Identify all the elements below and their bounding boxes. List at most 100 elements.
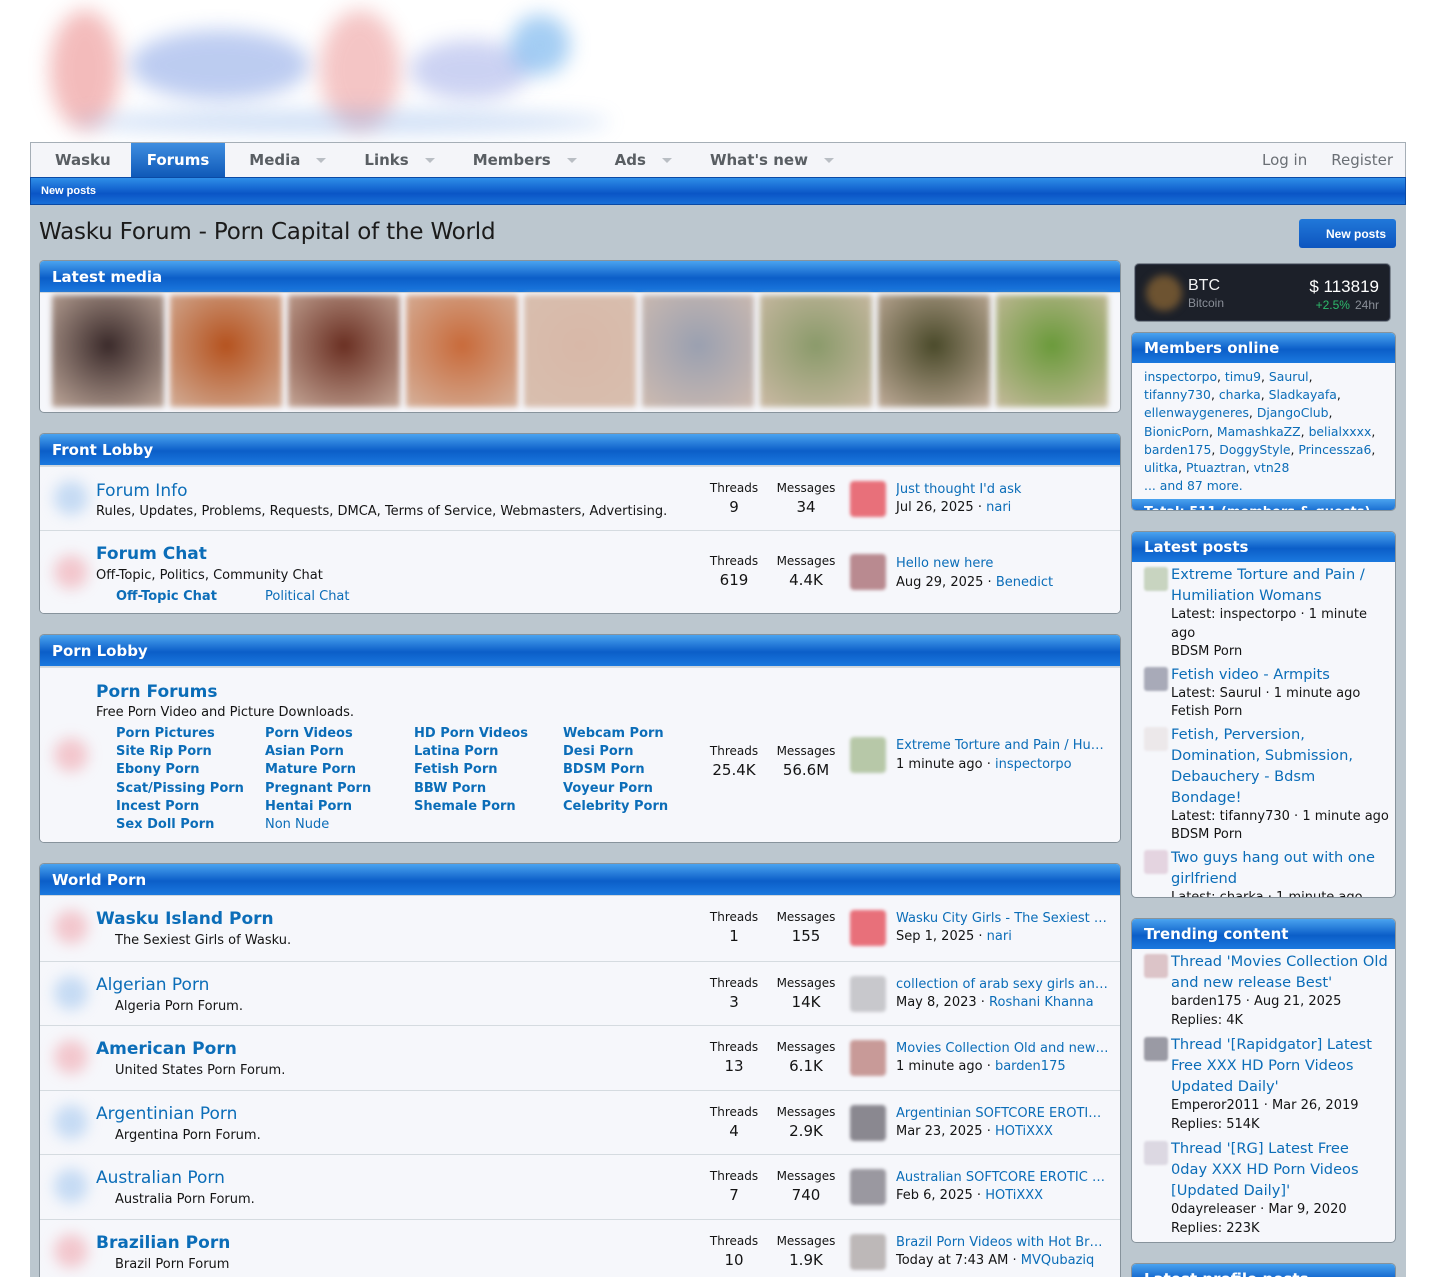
latest-post-title[interactable]: Fetish video - Armpits (1171, 664, 1389, 685)
last-post-user[interactable]: MVQubaziq (1021, 1253, 1095, 1268)
site-logo[interactable] (30, 0, 630, 142)
subforum-link[interactable]: Fetish Porn (414, 761, 563, 779)
media-thumbnail[interactable] (642, 295, 754, 407)
subforum-link[interactable]: Incest Porn (116, 798, 265, 816)
forum-row[interactable]: Wasku Island Porn The Sexiest Girls of Wa… (40, 896, 1120, 961)
forum-title[interactable]: Brazilian Porn (96, 1233, 230, 1253)
last-post-avatar[interactable] (850, 481, 886, 517)
last-post-title[interactable]: Australian SOFTCORE EROTIC Full Movies (896, 1170, 1110, 1185)
login-link[interactable]: Log in (1250, 151, 1319, 169)
forum-title[interactable]: Forum Chat (96, 544, 207, 564)
member-link[interactable]: MamashkaZZ (1217, 424, 1301, 439)
forum-row[interactable]: American Porn United States Porn Forum. Th… (40, 1025, 1120, 1090)
chevron-down-icon[interactable] (424, 157, 435, 163)
last-post-avatar[interactable] (850, 737, 886, 773)
forum-row-forum-chat[interactable]: Forum Chat Off-Topic, Politics, Communit… (40, 530, 1120, 613)
last-post-title[interactable]: Argentinian SOFTCORE EROTIC Full Movies (896, 1106, 1110, 1121)
chevron-down-icon[interactable] (823, 157, 834, 163)
avatar[interactable] (1144, 954, 1168, 978)
media-thumbnail[interactable] (170, 295, 282, 407)
tab-home[interactable]: Wasku (31, 143, 127, 177)
subforum-link[interactable]: Scat/Pissing Porn (116, 780, 265, 798)
avatar[interactable] (1144, 849, 1168, 874)
tab-forums[interactable]: Forums (130, 143, 226, 177)
subforum-link[interactable]: Ebony Porn (116, 761, 265, 779)
latest-post-title[interactable]: Two guys hang out with one girlfriend (1171, 847, 1389, 889)
media-thumbnail[interactable] (996, 295, 1108, 407)
tab-links[interactable]: Links (340, 143, 448, 177)
last-post-user[interactable]: inspectorpo (995, 757, 1072, 772)
member-link[interactable]: DoggyStyle (1219, 442, 1290, 457)
media-thumbnail[interactable] (524, 295, 636, 407)
last-post-user[interactable]: Benedict (996, 575, 1053, 590)
forum-row[interactable]: Brazilian Porn Brazil Porn Forum Threads 10… (40, 1218, 1120, 1277)
more-members-link[interactable]: ... and 87 more. (1144, 478, 1243, 493)
subforum-link[interactable]: BDSM Porn (563, 761, 712, 779)
latest-post-title[interactable]: Fetish, Perversion, Domination, Submissi… (1171, 724, 1389, 808)
member-link[interactable]: ulitka (1144, 460, 1178, 475)
media-thumbnail[interactable] (878, 295, 990, 407)
subforum-link[interactable]: Porn Videos (265, 725, 414, 743)
last-post-avatar[interactable] (850, 910, 886, 946)
avatar[interactable] (1144, 666, 1168, 691)
trending-title[interactable]: Thread '[RG] Latest Free 0day XXX HD Por… (1171, 1138, 1389, 1201)
forum-title[interactable]: Australian Porn (96, 1168, 225, 1188)
subforum-link[interactable]: Asian Porn (265, 743, 414, 761)
latest-post-forum[interactable]: BDSM Porn (1171, 826, 1389, 845)
last-post-title[interactable]: collection of arab sexy girls and hot wo… (896, 977, 1110, 992)
register-link[interactable]: Register (1319, 151, 1405, 169)
subforum-link[interactable]: Sex Doll Porn (116, 816, 265, 834)
member-link[interactable]: timu9 (1225, 369, 1261, 384)
chevron-down-icon[interactable] (566, 157, 577, 163)
subnav-new-posts-link[interactable]: New posts (41, 185, 96, 197)
forum-row[interactable]: Australian Porn Australia Porn Forum. Thre… (40, 1154, 1120, 1219)
member-link[interactable]: tifanny730 (1144, 387, 1211, 402)
member-link[interactable]: Saurul (1269, 369, 1309, 384)
last-post-user[interactable]: nari (987, 929, 1012, 944)
subforum-link[interactable]: Mature Porn (265, 761, 414, 779)
subforum-link[interactable]: Celebrity Porn (563, 798, 712, 816)
tab-whats-new[interactable]: What's new (686, 143, 848, 177)
member-link[interactable]: charka (1219, 387, 1261, 402)
subforum-link[interactable]: Voyeur Porn (563, 780, 712, 798)
last-post-title[interactable]: Wasku City Girls - The Sexiest Girls of … (896, 911, 1110, 926)
trending-title[interactable]: Thread 'Movies Collection Old and new re… (1171, 951, 1389, 993)
subforum-link[interactable]: Political Chat (265, 589, 350, 604)
forum-title[interactable]: Forum Info (96, 481, 187, 501)
forum-title[interactable]: Algerian Porn (96, 975, 209, 995)
forum-row[interactable]: Algerian Porn Algeria Porn Forum. Threads 3… (40, 960, 1120, 1025)
latest-post-forum[interactable]: Fetish Porn (1171, 703, 1389, 722)
member-link[interactable]: inspectorpo (1144, 369, 1217, 384)
member-link[interactable]: DjangoClub (1257, 405, 1329, 420)
member-link[interactable]: BionicPorn (1144, 424, 1209, 439)
media-thumbnail[interactable] (52, 295, 164, 407)
media-thumbnail[interactable] (406, 295, 518, 407)
subforum-link[interactable]: BBW Porn (414, 780, 563, 798)
subforum-link[interactable]: Pregnant Porn (265, 780, 414, 798)
tab-ads[interactable]: Ads (591, 143, 686, 177)
last-post-user[interactable]: barden175 (995, 1059, 1066, 1074)
member-link[interactable]: Ptuaztran (1186, 460, 1246, 475)
latest-post-title[interactable]: Extreme Torture and Pain / Humiliation W… (1171, 564, 1389, 606)
last-post-user[interactable]: Roshani Khanna (989, 995, 1094, 1010)
avatar[interactable] (1144, 1141, 1168, 1165)
last-post-avatar[interactable] (850, 1233, 886, 1270)
subforum-link[interactable]: Webcam Porn (563, 725, 712, 743)
forum-title[interactable]: Porn Forums (96, 682, 217, 702)
member-link[interactable]: belialxxxx (1309, 424, 1372, 439)
subforum-link[interactable]: Site Rip Porn (116, 743, 265, 761)
last-post-avatar[interactable] (850, 1040, 886, 1076)
avatar[interactable] (1144, 1037, 1168, 1061)
member-link[interactable]: barden175 (1144, 442, 1211, 457)
forum-title[interactable]: Argentinian Porn (96, 1104, 237, 1124)
media-thumbnail[interactable] (288, 295, 400, 407)
forum-row-forum-info[interactable]: Forum Info Rules, Updates, Problems, Req… (40, 466, 1120, 530)
last-post-user[interactable]: HOTiXXX (995, 1124, 1053, 1139)
forum-title[interactable]: Wasku Island Porn (96, 909, 274, 929)
subforum-link[interactable]: Off-Topic Chat (116, 589, 217, 604)
last-post-user[interactable]: HOTiXXX (985, 1188, 1043, 1203)
last-post-avatar[interactable] (850, 975, 886, 1012)
subforum-link[interactable]: HD Porn Videos (414, 725, 563, 743)
trending-title[interactable]: Thread '[Rapidgator] Latest Free XXX HD … (1171, 1034, 1389, 1097)
subforum-link[interactable]: Non Nude (265, 816, 414, 834)
